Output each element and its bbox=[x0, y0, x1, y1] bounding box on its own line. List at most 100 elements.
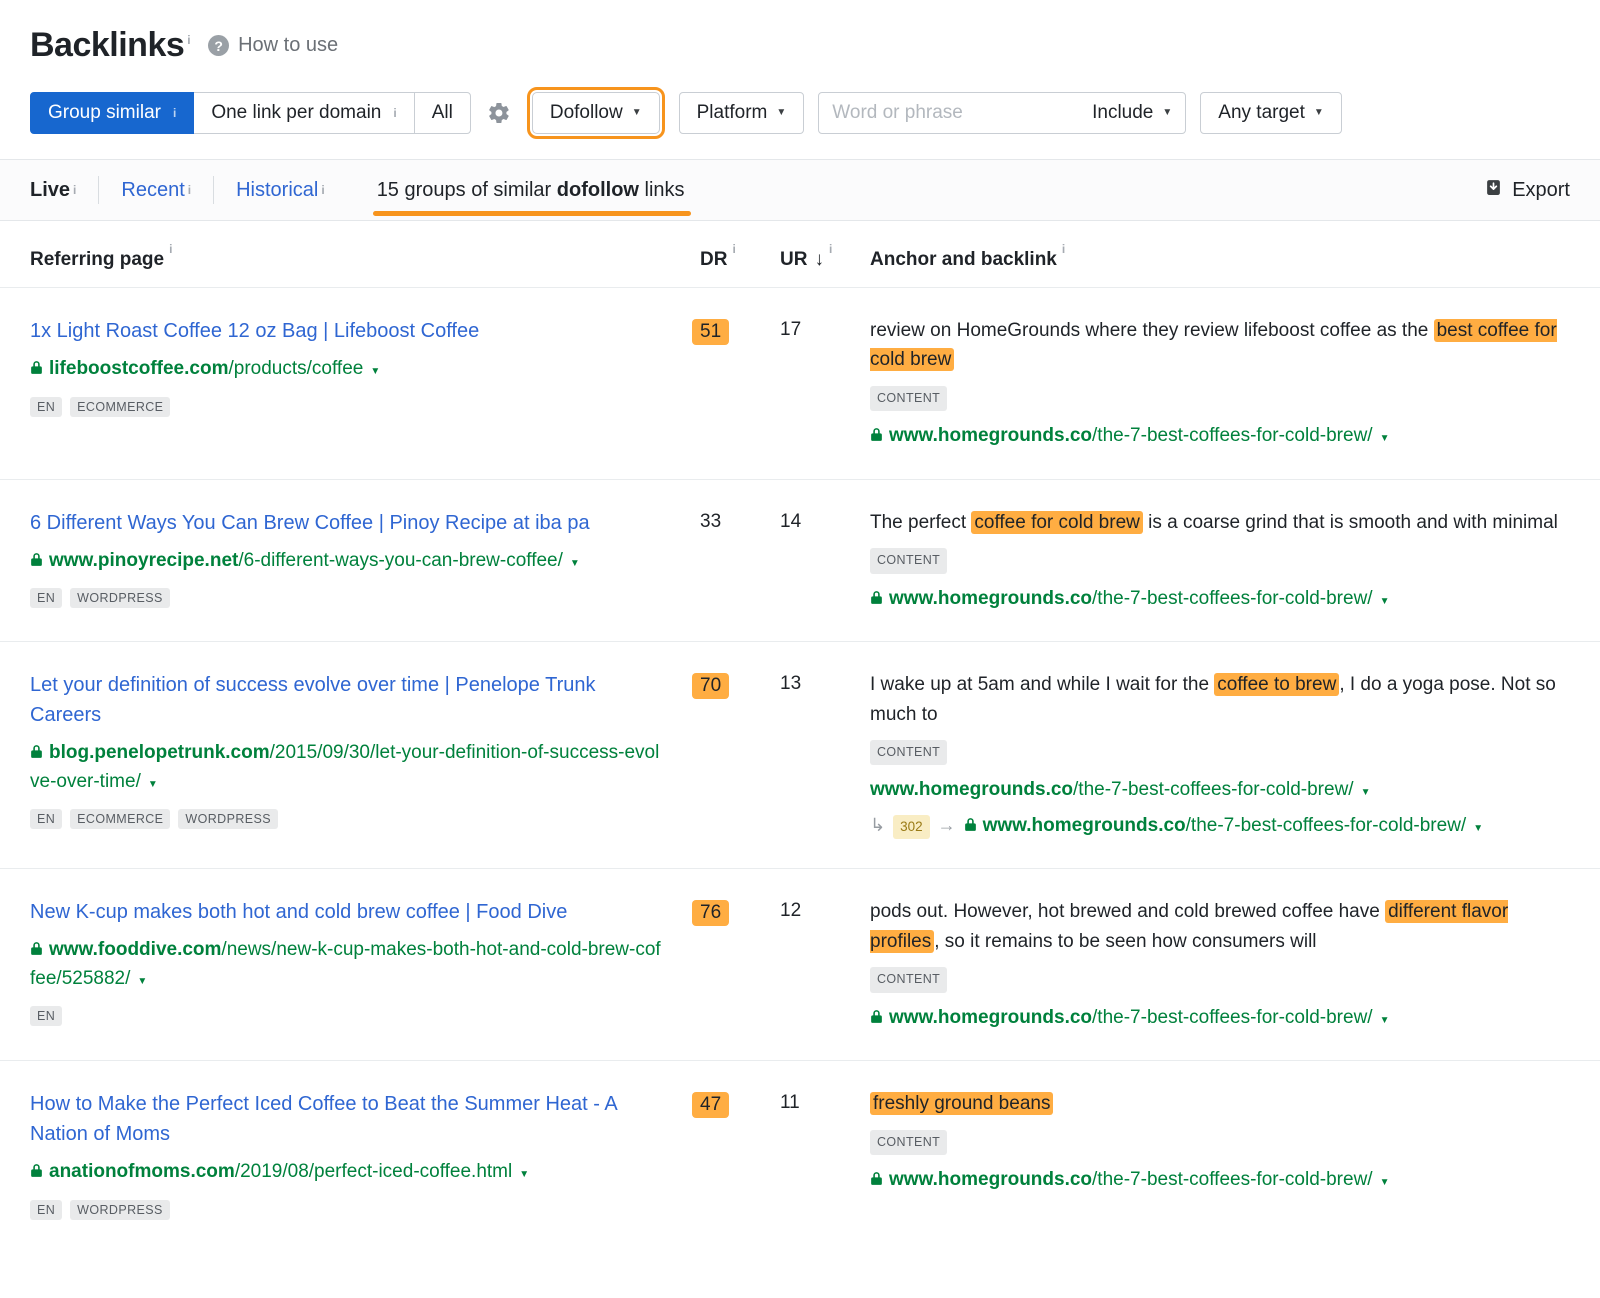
backlink-url[interactable]: www.homegrounds.co/the-7-best-coffees-fo… bbox=[870, 422, 1570, 451]
chevron-down-icon[interactable]: ▼ bbox=[1361, 787, 1371, 798]
ur-value: 14 bbox=[780, 508, 870, 613]
any-target-dropdown[interactable]: Any target▼ bbox=[1200, 92, 1342, 134]
include-dropdown[interactable]: Include▼ bbox=[1092, 102, 1172, 124]
group-similar-button[interactable]: Group similari bbox=[30, 92, 194, 134]
anchor-cell: review on HomeGrounds where they review … bbox=[870, 316, 1570, 451]
content-badge: CONTENT bbox=[870, 740, 947, 765]
chevron-down-icon[interactable]: ▼ bbox=[370, 366, 380, 377]
platform-dropdown[interactable]: Platform ▼ bbox=[679, 92, 805, 134]
page-title: Backlinksi bbox=[30, 26, 190, 65]
page-badge: WORDPRESS bbox=[178, 809, 278, 829]
url-path: /6-different-ways-you-can-brew-coffee/ bbox=[238, 550, 563, 571]
referring-page-url[interactable]: www.fooddive.com/news/new-k-cup-makes-bo… bbox=[30, 936, 664, 993]
word-or-phrase-input[interactable] bbox=[832, 102, 1092, 124]
summary-bold: dofollow bbox=[557, 179, 639, 201]
url-path: /the-7-best-coffees-for-cold-brew/ bbox=[1092, 1169, 1373, 1190]
referring-page-url[interactable]: blog.penelopetrunk.com/2015/09/30/let-yo… bbox=[30, 739, 664, 796]
content-badge: CONTENT bbox=[870, 967, 947, 992]
referring-page-title-link[interactable]: Let your definition of success evolve ov… bbox=[30, 674, 596, 726]
referring-page-cell: 1x Light Roast Coffee 12 oz Bag | Lifebo… bbox=[30, 316, 700, 451]
content-badge: CONTENT bbox=[870, 1130, 947, 1155]
chevron-down-icon[interactable]: ▼ bbox=[519, 1169, 529, 1180]
url-path: /the-7-best-coffees-for-cold-brew/ bbox=[1186, 815, 1467, 836]
referring-page-title-link[interactable]: How to Make the Perfect Iced Coffee to B… bbox=[30, 1093, 617, 1145]
tab-historical-label: Historical bbox=[236, 179, 318, 202]
lock-icon bbox=[30, 1158, 43, 1187]
dr-cell: 33 bbox=[700, 508, 780, 613]
platform-label: Platform bbox=[697, 102, 768, 124]
anchor-text: review on HomeGrounds where they review … bbox=[870, 316, 1570, 375]
tab-recent[interactable]: Recenti bbox=[99, 176, 214, 204]
dofollow-annotation-box: Dofollow▼ bbox=[527, 87, 665, 139]
anchor-cell: I wake up at 5am and while I wait for th… bbox=[870, 670, 1570, 840]
ur-value: 17 bbox=[780, 316, 870, 451]
referring-page-title-link[interactable]: New K-cup makes both hot and cold brew c… bbox=[30, 901, 567, 923]
tab-live-label: Live bbox=[30, 179, 70, 202]
lock-icon bbox=[870, 585, 883, 614]
anchor-highlight: freshly ground beans bbox=[870, 1092, 1053, 1115]
chevron-down-icon[interactable]: ▼ bbox=[570, 558, 580, 569]
chevron-down-icon[interactable]: ▼ bbox=[1473, 823, 1483, 834]
referring-page-cell: New K-cup makes both hot and cold brew c… bbox=[30, 897, 700, 1032]
chevron-down-icon[interactable]: ▼ bbox=[1380, 433, 1390, 444]
dr-value: 33 bbox=[700, 511, 721, 533]
export-button[interactable]: Export bbox=[1485, 179, 1570, 202]
url-domain: lifeboostcoffee.com bbox=[49, 358, 228, 379]
backlink-row: How to Make the Perfect Iced Coffee to B… bbox=[0, 1060, 1600, 1248]
backlink-url[interactable]: ↳302→www.homegrounds.co/the-7-best-coffe… bbox=[870, 812, 1570, 841]
backlink-row: New K-cup makes both hot and cold brew c… bbox=[0, 868, 1600, 1060]
all-links-button[interactable]: All bbox=[414, 92, 471, 134]
content-badge: CONTENT bbox=[870, 548, 947, 573]
url-path: /2019/08/perfect-iced-coffee.html bbox=[235, 1161, 512, 1182]
page-badges: ENWORDPRESS bbox=[30, 588, 664, 608]
word-or-phrase-filter: Include▼ bbox=[818, 92, 1186, 134]
backlink-url[interactable]: www.homegrounds.co/the-7-best-coffees-fo… bbox=[870, 585, 1570, 614]
backlink-urls: www.homegrounds.co/the-7-best-coffees-fo… bbox=[870, 776, 1570, 840]
col-referring-page[interactable]: Referring pagei bbox=[30, 249, 700, 271]
one-link-per-domain-label: One link per domain bbox=[211, 102, 381, 124]
chevron-down-icon[interactable]: ▼ bbox=[1380, 596, 1390, 607]
url-domain: www.homegrounds.co bbox=[889, 1007, 1092, 1028]
chevron-down-icon[interactable]: ▼ bbox=[1380, 1177, 1390, 1188]
backlink-urls: www.homegrounds.co/the-7-best-coffees-fo… bbox=[870, 585, 1570, 614]
anchor-text-segment: is a coarse grind that is smooth and wit… bbox=[1143, 512, 1558, 533]
referring-page-url[interactable]: lifeboostcoffee.com/products/coffee▼ bbox=[30, 355, 664, 384]
chevron-down-icon[interactable]: ▼ bbox=[137, 976, 147, 987]
anchor-text: pods out. However, hot brewed and cold b… bbox=[870, 897, 1570, 956]
tab-historical[interactable]: Historicali bbox=[214, 176, 347, 204]
dofollow-dropdown[interactable]: Dofollow▼ bbox=[532, 92, 660, 134]
col-dr[interactable]: DRi bbox=[700, 249, 780, 271]
anchor-cell: freshly ground beans CONTENT www.homegro… bbox=[870, 1089, 1570, 1220]
include-label: Include bbox=[1092, 102, 1153, 124]
chevron-down-icon[interactable]: ▼ bbox=[1380, 1015, 1390, 1026]
one-link-per-domain-button[interactable]: One link per domaini bbox=[193, 92, 414, 134]
url-domain: www.homegrounds.co bbox=[889, 1169, 1092, 1190]
chevron-down-icon: ▼ bbox=[776, 108, 786, 118]
tab-live[interactable]: Livei bbox=[30, 176, 99, 204]
anchor-text-segment: , so it remains to be seen how consumers… bbox=[934, 931, 1316, 952]
col-ur[interactable]: UR↓i bbox=[780, 249, 870, 271]
dr-value: 47 bbox=[692, 1092, 729, 1118]
col-anchor-and-backlink[interactable]: Anchor and backlinki bbox=[870, 249, 1570, 271]
tab-recent-label: Recent bbox=[121, 179, 184, 202]
lock-icon bbox=[870, 422, 883, 451]
all-links-label: All bbox=[432, 102, 453, 124]
backlink-url[interactable]: www.homegrounds.co/the-7-best-coffees-fo… bbox=[870, 776, 1570, 805]
table-body: 1x Light Roast Coffee 12 oz Bag | Lifebo… bbox=[0, 287, 1600, 1248]
settings-gear-icon[interactable] bbox=[487, 101, 511, 125]
referring-page-url[interactable]: www.pinoyrecipe.net/6-different-ways-you… bbox=[30, 547, 664, 576]
chevron-down-icon[interactable]: ▼ bbox=[148, 779, 158, 790]
toolbar: Group similari One link per domaini All … bbox=[0, 79, 1600, 159]
referring-page-title-link[interactable]: 1x Light Roast Coffee 12 oz Bag | Lifebo… bbox=[30, 320, 479, 342]
anchor-cell: pods out. However, hot brewed and cold b… bbox=[870, 897, 1570, 1032]
dofollow-label: Dofollow bbox=[550, 102, 623, 124]
anchor-highlight: coffee for cold brew bbox=[971, 511, 1142, 534]
referring-page-title-link[interactable]: 6 Different Ways You Can Brew Coffee | P… bbox=[30, 512, 590, 534]
col-anchor-label: Anchor and backlink bbox=[870, 249, 1057, 271]
lock-icon bbox=[30, 739, 43, 768]
backlink-url[interactable]: www.homegrounds.co/the-7-best-coffees-fo… bbox=[870, 1166, 1570, 1195]
backlink-url[interactable]: www.homegrounds.co/the-7-best-coffees-fo… bbox=[870, 1004, 1570, 1033]
referring-page-url[interactable]: anationofmoms.com/2019/08/perfect-iced-c… bbox=[30, 1158, 664, 1187]
how-to-use-link[interactable]: ? How to use bbox=[208, 34, 338, 57]
backlink-urls: www.homegrounds.co/the-7-best-coffees-fo… bbox=[870, 1166, 1570, 1195]
